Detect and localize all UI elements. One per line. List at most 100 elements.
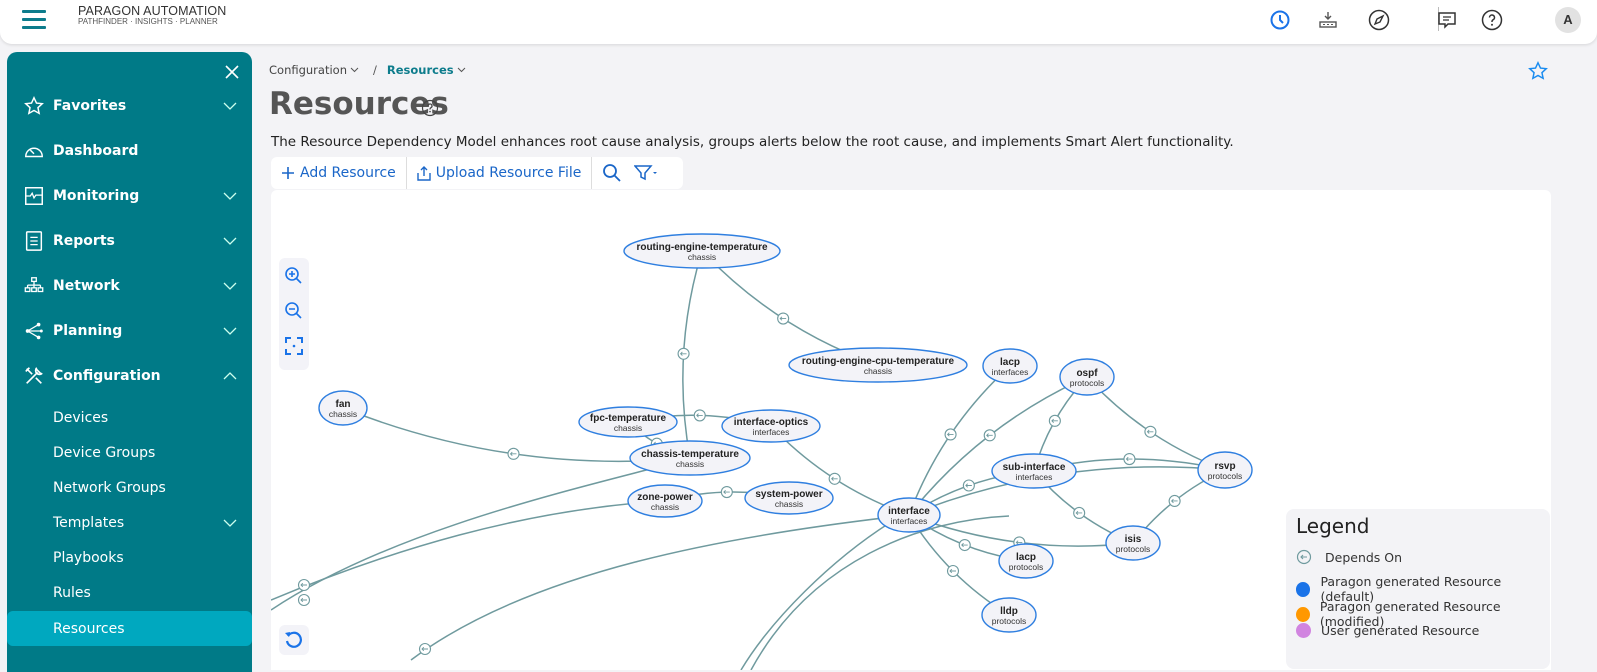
top-bar: PARAGON AUTOMATION PATHFINDER · INSIGHTS… (0, 0, 1597, 44)
graph-edge (271, 458, 690, 611)
depends-on-marker (418, 642, 432, 656)
feedback-icon[interactable] (1435, 8, 1459, 32)
graph-node[interactable]: ospfprotocols (1059, 358, 1115, 396)
add-resource-label: Add Resource (300, 165, 396, 181)
subitem-label: Resources (53, 620, 125, 637)
zoom-out-icon[interactable] (284, 301, 304, 321)
brand-title: PARAGON AUTOMATION (78, 4, 227, 18)
node-category: protocols (1116, 544, 1151, 554)
add-resource-button[interactable]: Add Resource (271, 157, 406, 189)
clock-icon[interactable] (1268, 8, 1292, 32)
node-category: interfaces (1016, 472, 1053, 482)
graph-edge (1086, 376, 1226, 471)
graph-node[interactable]: routing-engine-temperaturechassis (623, 233, 781, 269)
node-category: protocols (1009, 562, 1044, 572)
depends-on-marker (677, 347, 690, 360)
node-category: interfaces (992, 367, 1029, 377)
graph-node[interactable]: interfaceinterfaces (877, 497, 941, 533)
upload-icon (417, 165, 431, 181)
subitem-label: Devices (53, 409, 109, 426)
close-sidebar-icon[interactable] (224, 64, 240, 80)
depends-on-marker (1073, 506, 1086, 519)
sidebar-item-label: Favorites (53, 98, 127, 114)
search-icon (603, 164, 621, 182)
rocket-icon[interactable] (1367, 8, 1391, 32)
sidebar-item-monitoring[interactable]: Monitoring (7, 176, 252, 216)
zoom-controls (279, 258, 309, 370)
sidebar-item-label: Configuration (53, 368, 161, 384)
search-button[interactable] (592, 157, 632, 189)
breadcrumb: Configuration / Resources (269, 63, 466, 77)
breadcrumb-resources[interactable]: Resources (387, 63, 466, 77)
sidebar-item-reports[interactable]: Reports (7, 221, 252, 261)
graph-edge (271, 500, 665, 601)
help-icon[interactable] (1480, 8, 1504, 32)
chevron-down-icon (350, 67, 359, 73)
sidebar-subitem-devices[interactable]: Devices (7, 400, 252, 435)
depends-on-marker (958, 538, 971, 552)
sidebar-subitem-resources[interactable]: Resources (7, 611, 252, 646)
depends-on-marker (946, 564, 960, 578)
graph-node[interactable]: system-powerchassis (744, 481, 834, 515)
sidebar-item-label: Planning (53, 323, 123, 339)
sidebar-subitem-device-groups[interactable]: Device Groups (7, 435, 252, 470)
chevron-down-icon (223, 237, 237, 245)
depends-on-marker (1048, 414, 1061, 427)
download-icon[interactable] (1316, 8, 1340, 32)
graph-node[interactable]: lacpprotocols (998, 543, 1054, 579)
graph-node[interactable]: fanchassis (318, 390, 368, 426)
hamburger-menu-icon[interactable] (22, 10, 46, 30)
graph-node[interactable]: zone-powerchassis (627, 484, 703, 518)
sidebar-item-network[interactable]: Network (7, 266, 252, 306)
resource-toolbar: Add Resource Upload Resource File (271, 157, 683, 189)
subitem-label: Playbooks (53, 549, 124, 566)
graph-node[interactable]: chassis-temperaturechassis (629, 440, 751, 476)
reset-layout-button[interactable] (279, 625, 309, 655)
legend-item-user: User generated Resource (1296, 623, 1479, 638)
depends-on-marker (297, 578, 311, 592)
filter-button[interactable] (632, 157, 668, 189)
sidebar-item-label: Monitoring (53, 188, 140, 204)
monitoring-pulse-icon (25, 187, 43, 205)
help-circle-icon[interactable] (421, 99, 439, 117)
depends-on-marker (507, 447, 520, 460)
graph-node[interactable]: lacpinterfaces (982, 348, 1038, 384)
graph-node[interactable]: sub-interfaceinterfaces (991, 453, 1077, 489)
user-avatar[interactable]: A (1555, 7, 1581, 33)
fit-to-screen-icon[interactable] (284, 336, 304, 356)
depends-on-marker (297, 593, 311, 607)
subitem-label: Rules (53, 584, 91, 601)
sidebar-item-configuration[interactable]: Configuration (7, 356, 252, 396)
depends-on-marker (1123, 452, 1136, 466)
graph-node[interactable]: isisprotocols (1105, 525, 1161, 561)
graph-node[interactable]: fpc-temperaturechassis (578, 406, 678, 438)
subitem-label: Templates (53, 514, 125, 531)
breadcrumb-configuration[interactable]: Configuration (269, 63, 359, 77)
depends-on-marker (1168, 494, 1181, 508)
graph-node[interactable]: interface-opticsinterfaces (721, 409, 821, 443)
chevron-down-icon (223, 282, 237, 290)
graph-node[interactable]: rsvpprotocols (1197, 451, 1253, 489)
sidebar-subitem-templates[interactable]: Templates (7, 505, 252, 540)
sidebar-item-planning[interactable]: Planning (7, 311, 252, 351)
graph-node[interactable]: routing-engine-cpu-temperaturechassis (788, 347, 968, 383)
sidebar-subitem-playbooks[interactable]: Playbooks (7, 540, 252, 575)
sidebar-subitem-network-groups[interactable]: Network Groups (7, 470, 252, 505)
chevron-down-icon (223, 192, 237, 200)
favorite-star-icon[interactable] (1527, 60, 1549, 82)
chevron-down-icon (457, 67, 465, 73)
depends-on-marker (983, 429, 996, 442)
upload-resource-file-button[interactable]: Upload Resource File (407, 157, 592, 189)
sidebar-item-favorites[interactable]: Favorites (7, 86, 252, 126)
tools-icon (25, 367, 43, 384)
zoom-in-icon[interactable] (284, 266, 304, 286)
sidebar-item-label: Dashboard (53, 143, 139, 159)
graph-edge (750, 515, 1010, 670)
node-category: chassis (775, 499, 803, 509)
sidebar-subitem-rules[interactable]: Rules (7, 575, 252, 610)
breadcrumb-separator: / (373, 63, 377, 77)
blue-dot-icon (1296, 581, 1311, 597)
sidebar-item-dashboard[interactable]: Dashboard (7, 131, 252, 171)
graph-node[interactable]: lldpprotocols (981, 597, 1037, 633)
graph-edge (908, 365, 1011, 516)
